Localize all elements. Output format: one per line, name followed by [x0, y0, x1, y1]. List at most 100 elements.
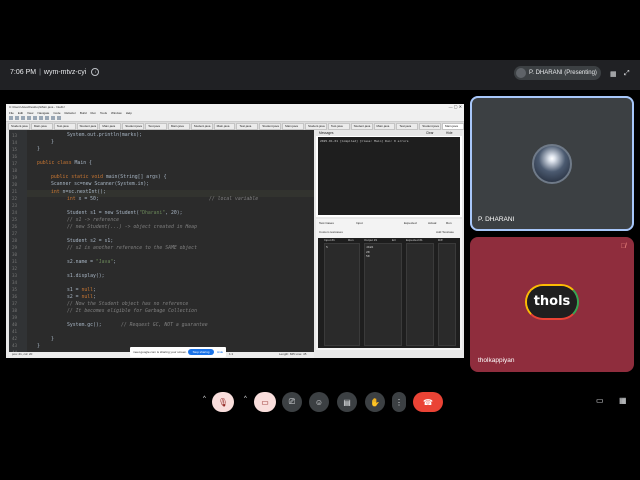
file-tab[interactable]: Student.java — [259, 122, 282, 130]
chevron-up-icon[interactable]: ^ — [203, 396, 206, 402]
line-number: 37 — [12, 301, 18, 306]
file-tab[interactable]: Test.java — [145, 122, 167, 130]
file-tab[interactable]: Student.java — [350, 122, 373, 130]
code-text: s1 = — [67, 288, 82, 293]
menu-item[interactable]: View — [27, 111, 33, 115]
code-text: ; — [113, 260, 117, 265]
file-tab[interactable]: Main.java — [282, 122, 304, 130]
chat-icon[interactable]: ▭ — [596, 396, 604, 405]
chevron-up-icon[interactable]: ^ — [244, 396, 247, 402]
code-comment: // Now the Student object has no referen… — [67, 302, 189, 307]
activities-icon[interactable]: ▦ — [619, 396, 627, 405]
code-editor[interactable]: 13 14 15 16 17 18 19 20 21 22 23 24 25 26 27 28 29 30 31 32… — [9, 130, 314, 358]
code-line: s1 = null; — [67, 288, 96, 293]
testcases-title: Test Cases — [319, 221, 334, 225]
undo-icon[interactable] — [45, 116, 49, 120]
expand-icon[interactable]: ⤢ — [624, 70, 630, 78]
menu-item[interactable]: File — [9, 111, 14, 115]
add-testcase-button[interactable]: Add Testcase — [436, 230, 454, 234]
code-line: int n=sc.nextInt(); — [51, 190, 106, 195]
open-icon[interactable] — [15, 116, 19, 120]
hide-notice-button[interactable]: Hide — [217, 349, 223, 355]
menu-item[interactable]: Edit — [18, 111, 23, 115]
line-number: 24 — [12, 210, 18, 215]
file-tab[interactable]: Test.java — [327, 122, 350, 130]
menu-item[interactable]: Code — [53, 111, 60, 115]
file-tab[interactable]: Main.java — [99, 122, 122, 130]
menu-item[interactable]: Tools — [100, 111, 107, 115]
line-number: 41 — [12, 329, 18, 334]
menu-item[interactable]: Help — [126, 111, 132, 115]
present-icon[interactable]: ⎚ — [282, 392, 302, 412]
save-icon[interactable] — [21, 116, 25, 120]
file-tab[interactable]: Main.java — [442, 122, 464, 130]
run-icon[interactable] — [57, 116, 61, 120]
menu-item[interactable]: Build — [80, 111, 87, 115]
file-tab[interactable]: Test.java — [53, 122, 76, 130]
presenter-chip[interactable]: P. DHARANI (Presenting) — [514, 66, 601, 80]
stop-sharing-button[interactable]: Stop sharing — [188, 349, 214, 355]
file-tab[interactable]: Student.java — [122, 122, 145, 130]
file-tab[interactable]: Main.java — [213, 122, 236, 130]
menu-item[interactable]: Navigate — [37, 111, 49, 115]
code-text: x = 50; — [75, 197, 99, 202]
cut-icon[interactable] — [27, 116, 31, 120]
notice-text: meet.google.com is sharing your screen. — [133, 350, 188, 354]
ide-file-tabs: Student.java Main.java Test.java Student.ja… — [6, 122, 464, 130]
file-tab[interactable]: Student.java — [190, 122, 213, 130]
captions-icon[interactable]: ▤ — [337, 392, 357, 412]
mic-off-icon[interactable]: 🎙 — [212, 392, 234, 412]
testcases-tab[interactable]: Run — [446, 221, 452, 225]
avatar — [532, 144, 572, 184]
end-call-icon[interactable]: ☎ — [413, 392, 443, 412]
code-comment: // It becomes eligible for Garbage Colle… — [67, 309, 197, 314]
participant-tile-self[interactable]: P. DHARANI — [470, 96, 634, 231]
file-tab[interactable]: Test.java — [396, 122, 419, 130]
camera-off-icon[interactable]: ▭ — [254, 392, 276, 412]
file-tab[interactable]: Student.java — [419, 122, 442, 130]
testcases-panel: Test Cases Input Expected Actual Run Cus… — [316, 219, 462, 350]
emoji-icon[interactable]: ☺ — [309, 392, 329, 412]
window-controls[interactable]: — ▢ ✕ — [449, 104, 462, 109]
messages-clear-button[interactable]: Clear — [426, 130, 434, 136]
testcases-tab[interactable]: Actual — [428, 221, 436, 225]
code-text: Main { — [71, 161, 92, 166]
input-column[interactable]: 5 — [324, 243, 360, 346]
messages-hide-button[interactable]: Hide — [446, 130, 453, 136]
new-file-icon[interactable] — [9, 116, 13, 120]
line-number: 17 — [12, 161, 18, 166]
more-icon[interactable]: ⋮ — [392, 392, 406, 412]
menu-item[interactable]: Window — [111, 111, 122, 115]
participant-name: tholkappiyan — [478, 357, 515, 364]
raise-hand-icon[interactable]: ✋ — [365, 392, 385, 412]
testcases-tab[interactable]: Expected — [404, 221, 417, 225]
menu-item[interactable]: Run — [91, 111, 97, 115]
file-tab[interactable]: Student.java — [76, 122, 99, 130]
info-icon[interactable]: i — [91, 68, 100, 76]
line-number-gutter: 13 14 15 16 17 18 19 20 21 22 23 24 25 26 27 28 29 30 31 32… — [9, 130, 27, 358]
line-number: 21 — [12, 189, 18, 194]
file-tab[interactable]: Student.java — [304, 122, 327, 130]
layout-icon[interactable]: ▦ — [610, 70, 617, 78]
file-tab[interactable]: Main.java — [373, 122, 396, 130]
string-literal: "Java" — [95, 260, 114, 265]
code-line: System.gc(); — [67, 323, 102, 328]
copy-icon[interactable] — [33, 116, 37, 120]
testcases-tab[interactable]: Input — [356, 221, 363, 225]
file-tab[interactable]: Test.java — [236, 122, 259, 130]
code-text: s2.name = — [67, 260, 96, 265]
line-number: 26 — [12, 224, 18, 229]
menu-item[interactable]: Refactor — [64, 111, 75, 115]
line-number: 16 — [12, 154, 18, 159]
redo-icon[interactable] — [51, 116, 55, 120]
file-tab[interactable]: Main.java — [167, 122, 190, 130]
file-tab[interactable]: Student.java — [8, 122, 30, 130]
meeting-time-title: 7:06 PM | wym-mtvz-cyi i — [10, 68, 100, 76]
expected-column[interactable] — [406, 243, 434, 346]
separator: | — [39, 68, 41, 76]
participant-tile-other[interactable]: 🎙̸ thols tholkappiyan — [470, 237, 634, 372]
line-number: 14 — [12, 140, 18, 145]
code-text: n=sc.nextInt(); — [59, 190, 106, 195]
paste-icon[interactable] — [39, 116, 43, 120]
file-tab[interactable]: Main.java — [30, 122, 53, 130]
